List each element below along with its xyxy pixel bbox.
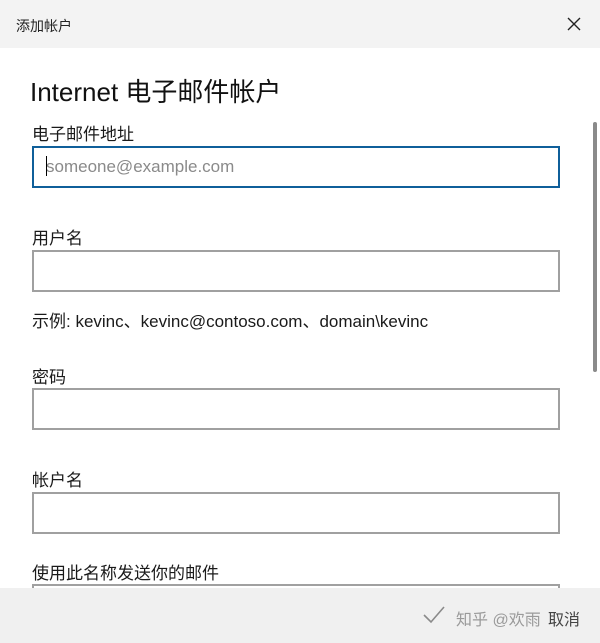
email-field-box [32, 146, 560, 188]
watermark: 知乎 @欢雨 [456, 612, 541, 629]
text-caret [46, 156, 47, 176]
password-label: 密码 [32, 368, 66, 387]
checkmark-icon [423, 606, 445, 624]
account-name-field[interactable] [34, 494, 558, 532]
username-field-box [32, 250, 560, 292]
password-field-box [32, 388, 560, 430]
username-field[interactable] [34, 252, 558, 290]
dialog-footer: 知乎 @欢雨 取消 [0, 588, 600, 643]
email-label: 电子邮件地址 [32, 125, 134, 144]
password-field[interactable] [34, 390, 558, 428]
send-as-label: 使用此名称发送你的邮件 [32, 564, 219, 583]
account-name-field-box [32, 492, 560, 534]
window-title: 添加帐户 [16, 18, 72, 34]
title-bar: 添加帐户 [0, 0, 600, 48]
email-field[interactable] [34, 148, 558, 186]
scrollbar[interactable] [593, 122, 597, 372]
cancel-button[interactable]: 取消 [548, 606, 580, 630]
dialog-content: Internet 电子邮件帐户 电子邮件地址 用户名 示例: kevinc、ke… [0, 48, 600, 588]
close-icon [567, 17, 581, 31]
account-name-label: 帐户名 [32, 471, 83, 490]
page-title: Internet 电子邮件帐户 [30, 77, 282, 107]
close-button[interactable] [562, 12, 586, 36]
ok-button[interactable] [422, 604, 448, 628]
username-label: 用户名 [32, 229, 83, 248]
username-hint: 示例: kevinc、kevinc@contoso.com、domain\kev… [32, 312, 429, 331]
